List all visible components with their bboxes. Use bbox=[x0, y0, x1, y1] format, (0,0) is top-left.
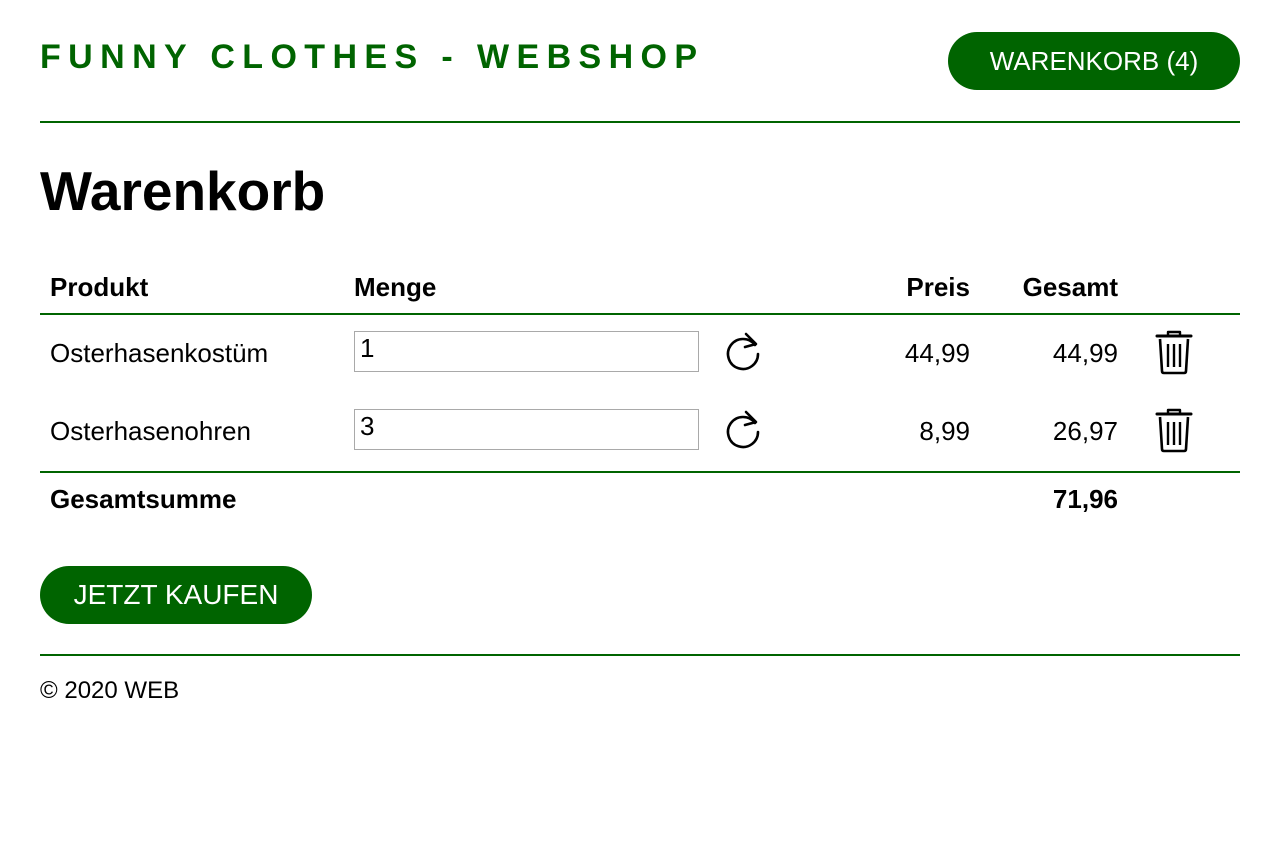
shop-brand-title: FUNNY CLOTHES - WEBSHOP bbox=[40, 38, 705, 76]
quantity-input[interactable] bbox=[354, 409, 699, 450]
product-price: 8,99 bbox=[919, 416, 970, 446]
total-sum-value: 71,96 bbox=[1052, 484, 1118, 514]
column-header-total: Gesamt bbox=[1022, 272, 1118, 302]
product-price: 44,99 bbox=[904, 338, 970, 368]
table-row: Osterhasenkostüm 44,99 44,99 bbox=[40, 315, 1240, 393]
product-name: Osterhasenkostüm bbox=[50, 338, 269, 368]
copyright-text: © 2020 WEB bbox=[40, 677, 180, 704]
trash-icon[interactable] bbox=[1153, 407, 1195, 453]
column-header-product: Produkt bbox=[50, 272, 149, 302]
column-header-price: Preis bbox=[906, 272, 970, 302]
product-total: 26,97 bbox=[1052, 416, 1118, 446]
refresh-icon[interactable] bbox=[722, 330, 766, 374]
cart-table: Produkt Menge Preis Gesamt Osterhasenkos… bbox=[40, 264, 1240, 533]
page-title: Warenkorb bbox=[40, 160, 326, 222]
site-header: FUNNY CLOTHES - WEBSHOP WARENKORB (4) bbox=[40, 0, 1240, 123]
column-header-quantity: Menge bbox=[354, 272, 437, 302]
product-total: 44,99 bbox=[1052, 338, 1118, 368]
buy-now-button[interactable]: JETZT KAUFEN bbox=[40, 566, 312, 624]
table-row: Osterhasenohren 8,99 26,97 bbox=[40, 393, 1240, 473]
trash-icon[interactable] bbox=[1153, 329, 1195, 375]
table-header-row: Produkt Menge Preis Gesamt bbox=[40, 264, 1240, 315]
site-footer: © 2020 WEB bbox=[40, 654, 1240, 704]
product-name: Osterhasenohren bbox=[50, 416, 251, 446]
total-sum-label: Gesamtsumme bbox=[50, 484, 237, 514]
cart-button[interactable]: WARENKORB (4) bbox=[948, 32, 1240, 90]
total-sum-row: Gesamtsumme 71,96 bbox=[40, 473, 1240, 533]
quantity-input[interactable] bbox=[354, 331, 699, 372]
page: FUNNY CLOTHES - WEBSHOP WARENKORB (4) Wa… bbox=[40, 0, 1240, 704]
refresh-icon[interactable] bbox=[722, 408, 766, 452]
